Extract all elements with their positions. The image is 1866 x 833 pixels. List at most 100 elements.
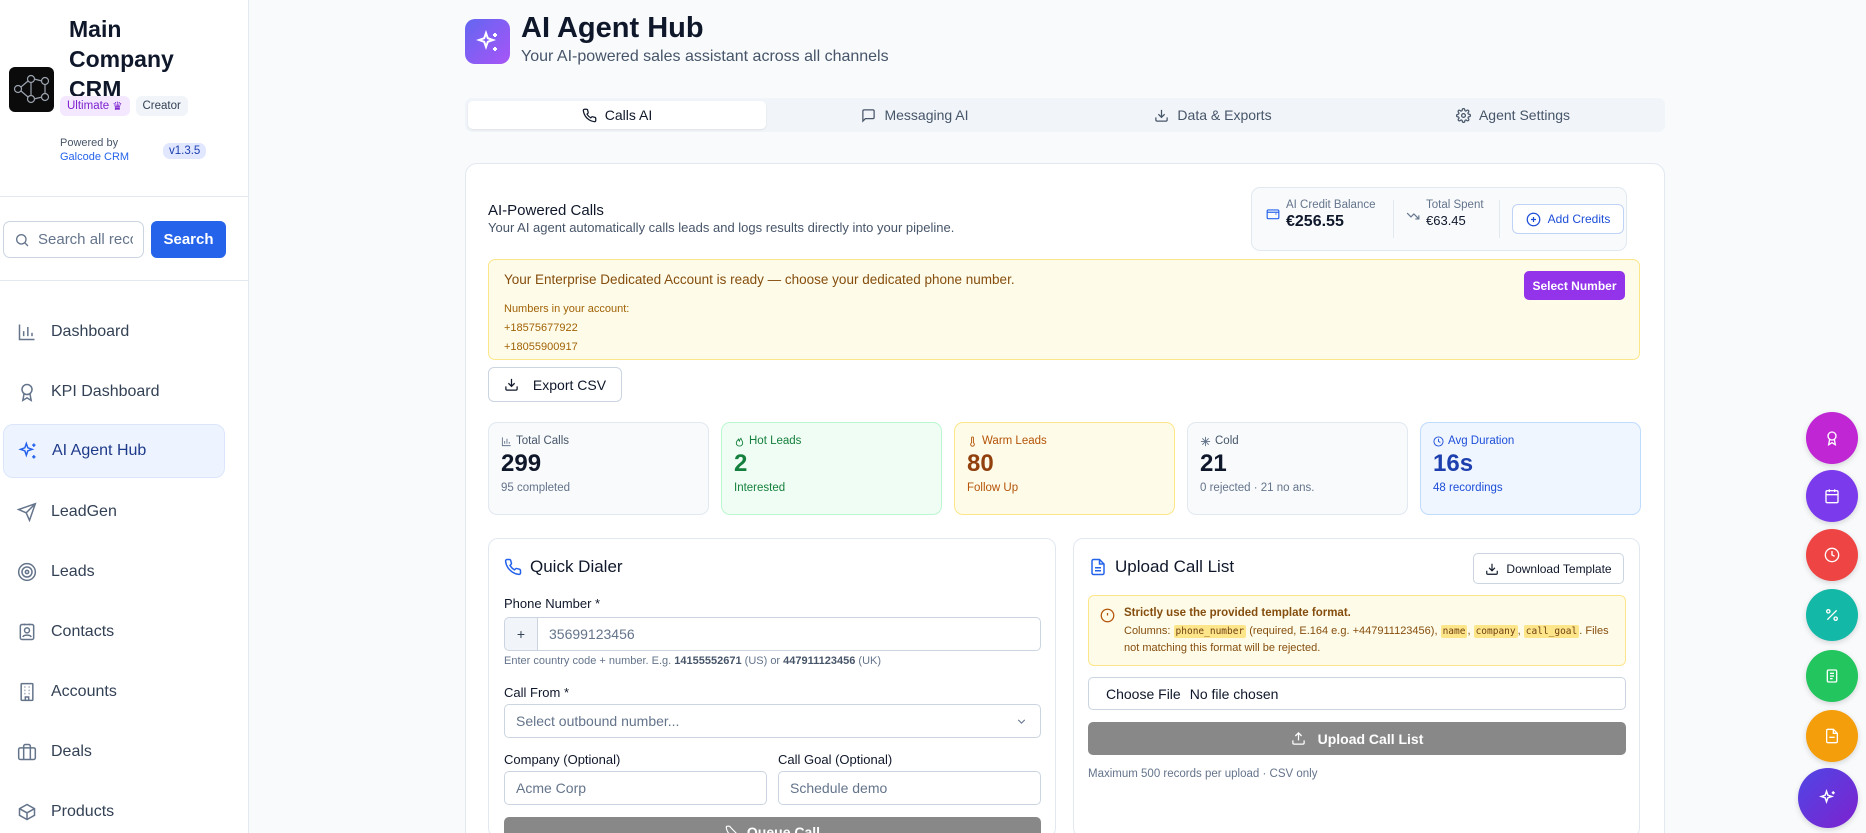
call-goal-input[interactable]: Schedule demo bbox=[778, 771, 1041, 805]
global-search[interactable] bbox=[3, 221, 144, 258]
sidebar-item-label: Products bbox=[51, 803, 115, 820]
send-icon bbox=[17, 502, 37, 522]
sidebar-item-label: KPI Dashboard bbox=[51, 383, 160, 400]
chevron-down-icon bbox=[1017, 718, 1026, 724]
panel-title: Quick Dialer bbox=[530, 557, 623, 576]
sparkles-icon bbox=[475, 29, 497, 51]
sparkles-icon bbox=[1819, 789, 1835, 805]
sidebar-item-label: LeadGen bbox=[51, 503, 117, 520]
sparkles-icon bbox=[18, 441, 36, 459]
stat-value: 16s bbox=[1433, 450, 1474, 477]
search-button[interactable]: Search bbox=[151, 221, 226, 258]
add-credits-button[interactable]: Add Credits bbox=[1512, 204, 1624, 234]
section-subtitle: Your AI agent automatically calls leads … bbox=[488, 220, 955, 235]
tab-data-exports[interactable]: Data & Exports bbox=[1064, 101, 1362, 129]
phone-number-input[interactable]: 35699123456 bbox=[537, 617, 1041, 651]
choose-file-button[interactable]: Choose File bbox=[1106, 686, 1181, 702]
flame-icon bbox=[735, 436, 744, 447]
upload-hint: Maximum 500 records per upload · CSV onl… bbox=[1088, 768, 1318, 780]
file-input[interactable]: Choose File No file chosen bbox=[1088, 677, 1626, 710]
stat-value: 299 bbox=[501, 450, 542, 477]
sidebar-item-contacts[interactable]: Contacts bbox=[3, 605, 225, 659]
stat-value: 80 bbox=[967, 450, 994, 477]
fab-calendar[interactable] bbox=[1806, 470, 1858, 522]
wallet-icon bbox=[1266, 209, 1280, 220]
percent-icon bbox=[1826, 609, 1838, 621]
tab-calls-ai[interactable]: Calls AI bbox=[468, 101, 766, 129]
sidebar-item-ai-agent-hub[interactable]: AI Agent Hub bbox=[3, 424, 225, 478]
company-input[interactable]: Acme Corp bbox=[504, 771, 767, 805]
panel-title: Upload Call List bbox=[1115, 557, 1235, 576]
sidebar-item-accounts[interactable]: Accounts bbox=[3, 665, 225, 719]
search-input[interactable] bbox=[38, 231, 133, 248]
stat-cold: Cold 21 0 rejected · 21 no ans. bbox=[1187, 422, 1408, 515]
document-icon bbox=[1091, 558, 1105, 576]
quick-dialer-panel: Quick Dialer Phone Number * + 3569912345… bbox=[488, 538, 1056, 833]
phone-label: Phone Number * bbox=[504, 596, 601, 611]
sidebar: Main Company CRM Ultimate ♛ Creator Powe… bbox=[0, 0, 249, 833]
sidebar-item-label: Accounts bbox=[51, 683, 117, 700]
clock-icon bbox=[1433, 435, 1444, 447]
fab-document[interactable] bbox=[1806, 650, 1858, 702]
stat-value: 2 bbox=[734, 450, 748, 477]
download-template-button[interactable]: Download Template bbox=[1473, 553, 1624, 584]
tab-agent-settings[interactable]: Agent Settings bbox=[1364, 101, 1662, 129]
company-logo bbox=[9, 67, 54, 112]
download-icon bbox=[1155, 109, 1169, 122]
crown-icon: ♛ bbox=[112, 101, 123, 113]
role-badge: Creator bbox=[135, 96, 188, 116]
queue-call-button[interactable]: Queue Call bbox=[504, 817, 1041, 833]
sidebar-item-label: AI Agent Hub bbox=[52, 442, 147, 459]
thermometer-icon bbox=[970, 435, 975, 447]
stat-hot-leads: Hot Leads 2 Interested bbox=[721, 422, 942, 515]
phone-icon bbox=[725, 825, 737, 833]
phone-icon bbox=[504, 558, 522, 576]
upload-call-list-panel: Upload Call List Download Template Stric… bbox=[1073, 538, 1640, 833]
sidebar-item-deals[interactable]: Deals bbox=[3, 725, 225, 779]
building-icon bbox=[20, 682, 34, 702]
message-icon bbox=[862, 108, 876, 123]
divider bbox=[0, 196, 249, 197]
account-number: +18575677922 bbox=[504, 322, 578, 334]
credit-summary: AI Credit Balance €256.55 Total Spent €6… bbox=[1251, 187, 1627, 251]
sidebar-item-label: Dashboard bbox=[51, 323, 130, 340]
total-spent: €63.45 bbox=[1426, 213, 1466, 228]
upload-call-list-button[interactable]: Upload Call List bbox=[1088, 722, 1626, 755]
fab-clock[interactable] bbox=[1806, 529, 1858, 581]
search-icon bbox=[16, 233, 29, 246]
file-icon bbox=[1826, 728, 1838, 744]
sidebar-item-leadgen[interactable]: LeadGen bbox=[3, 485, 225, 539]
sidebar-item-products[interactable]: Products bbox=[3, 785, 225, 833]
company-label: Company (Optional) bbox=[504, 752, 621, 767]
tab-messaging-ai[interactable]: Messaging AI bbox=[766, 101, 1064, 129]
clock-icon bbox=[1824, 547, 1840, 563]
sidebar-item-leads[interactable]: Leads bbox=[3, 545, 225, 599]
download-icon bbox=[505, 378, 518, 391]
dedicated-account-alert: Your Enterprise Dedicated Account is rea… bbox=[488, 259, 1640, 360]
award-icon bbox=[1827, 431, 1837, 446]
bar-chart-icon bbox=[501, 436, 511, 446]
export-csv-button[interactable]: Export CSV bbox=[488, 367, 622, 402]
powered-by-link[interactable]: Galcode CRM bbox=[60, 150, 129, 164]
sidebar-item-label: Deals bbox=[51, 743, 92, 760]
sidebar-item-dashboard[interactable]: Dashboard bbox=[3, 305, 225, 359]
phone-icon bbox=[582, 108, 597, 122]
plan-badge: Ultimate ♛ bbox=[60, 96, 130, 116]
target-icon bbox=[17, 562, 37, 582]
alert-title: Your Enterprise Dedicated Account is rea… bbox=[504, 272, 1015, 287]
tab-bar: Calls AI Messaging AI Data & Exports Age… bbox=[465, 98, 1665, 132]
upload-icon bbox=[1291, 731, 1305, 745]
fab-file[interactable] bbox=[1806, 710, 1858, 762]
phone-hint: Enter country code + number. E.g. 141555… bbox=[504, 655, 882, 667]
snowflake-icon bbox=[1200, 436, 1211, 446]
trending-down-icon bbox=[1406, 212, 1420, 220]
award-icon bbox=[21, 383, 33, 402]
sidebar-item-kpi-dashboard[interactable]: KPI Dashboard bbox=[3, 365, 225, 419]
alert-circle-icon bbox=[1100, 608, 1115, 623]
fab-percent[interactable] bbox=[1806, 589, 1858, 641]
fab-kpi[interactable] bbox=[1806, 412, 1858, 464]
fab-ai-assistant[interactable] bbox=[1798, 768, 1858, 828]
call-from-select[interactable]: Select outbound number... bbox=[504, 704, 1041, 738]
version-badge: v1.3.5 bbox=[163, 143, 207, 159]
select-number-button[interactable]: Select Number bbox=[1524, 271, 1625, 300]
